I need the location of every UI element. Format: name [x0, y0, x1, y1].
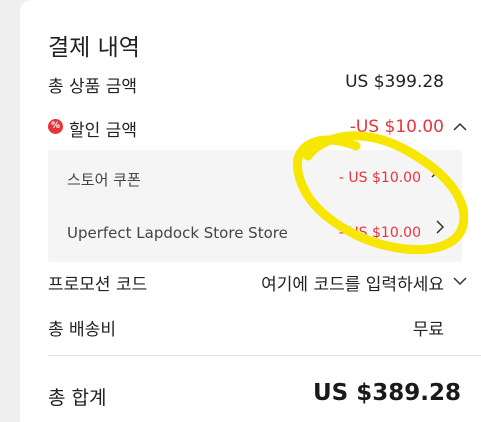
shipping-value: 무료: [412, 320, 444, 340]
divider: [48, 355, 481, 356]
store-discount-label[interactable]: Uperfect Lapdock Store Store: [67, 224, 288, 242]
promo-code-label: 프로모션 코드: [48, 275, 148, 295]
chevron-up-icon[interactable]: [453, 117, 467, 136]
chevron-right-icon[interactable]: [435, 219, 445, 238]
percent-badge-icon: %: [48, 119, 63, 134]
total-label: 총 합계: [48, 387, 107, 409]
shipping-label: 총 배송비: [48, 320, 116, 340]
store-coupon-value: - US $10.00: [338, 170, 421, 186]
summary-title: 결제 내역: [48, 35, 140, 61]
promo-code-input[interactable]: 여기에 코드를 입력하세요: [261, 270, 444, 295]
discount-label[interactable]: 할인 금액: [69, 116, 137, 141]
order-summary-card: 결제 내역 총 상품 금액 US $399.28 % 할인 금액 -US $10…: [20, 0, 481, 422]
store-coupon-label[interactable]: 스토어 쿠폰: [67, 169, 141, 190]
total-value: US $389.28: [312, 380, 461, 406]
chevron-down-icon[interactable]: [453, 271, 467, 290]
subtotal-value: US $399.28: [345, 72, 444, 92]
store-discount-value: - US $10.00: [338, 225, 421, 241]
subtotal-label: 총 상품 금액: [48, 77, 138, 97]
discount-value: -US $10.00: [349, 117, 444, 137]
discount-breakdown-panel: [48, 150, 462, 262]
chevron-up-icon[interactable]: [431, 164, 445, 183]
